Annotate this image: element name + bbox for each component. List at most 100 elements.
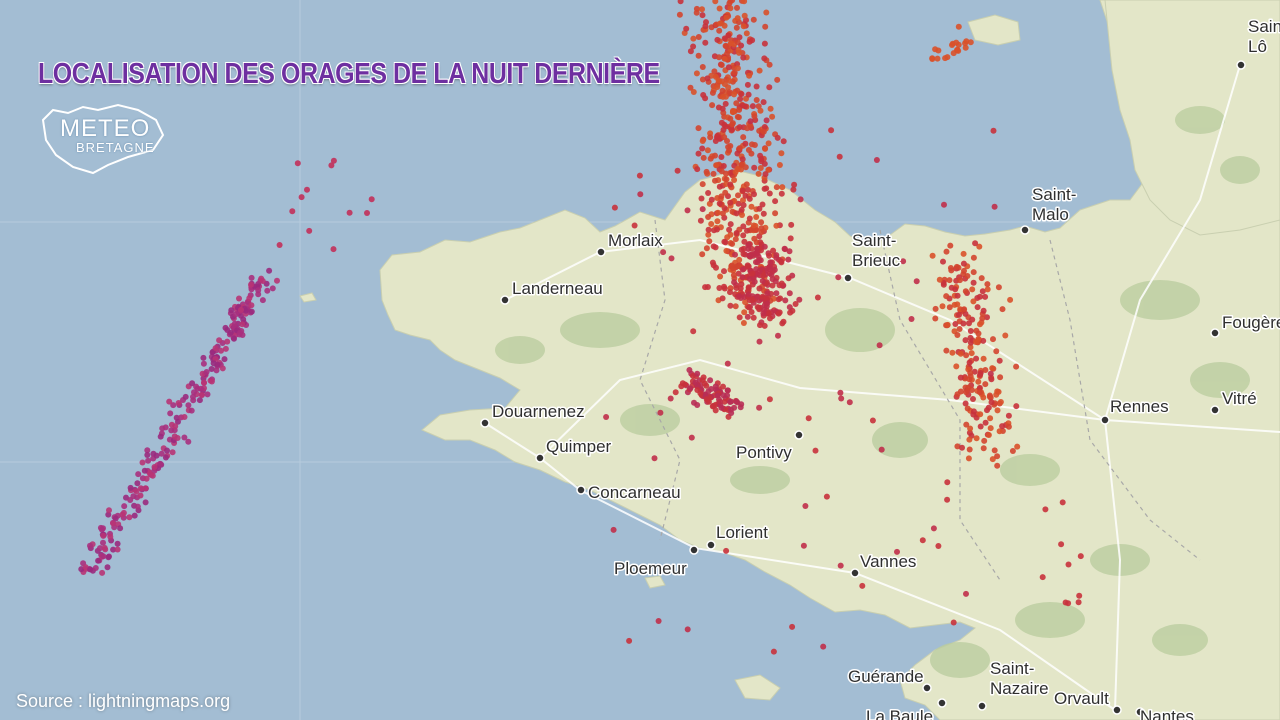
lightning-strike	[110, 520, 117, 527]
lightning-strike	[739, 156, 746, 163]
lightning-strike	[688, 434, 695, 441]
lightning-strike	[965, 455, 972, 462]
lightning-strike	[977, 321, 983, 328]
lightning-strike	[960, 260, 967, 267]
city-label-ploemeur: Ploemeur	[614, 559, 687, 578]
logo-bretagne-text: BRETAGNE	[76, 140, 155, 155]
lightning-strike	[980, 394, 987, 401]
lightning-strike	[710, 243, 717, 250]
lightning-strike	[766, 84, 773, 91]
lightning-strike	[702, 23, 709, 30]
lightning-strike	[764, 300, 771, 307]
lightning-strike	[767, 315, 773, 322]
lightning-strike	[1065, 600, 1072, 607]
lightning-strike	[1007, 296, 1014, 303]
lightning-strike	[961, 306, 968, 313]
lightning-strike	[963, 421, 970, 428]
city-label-orvault: Orvault	[1054, 689, 1109, 708]
lightning-strike	[181, 414, 188, 420]
lightning-strike	[743, 181, 750, 188]
lightning-strike	[751, 164, 758, 171]
lightning-strike	[162, 454, 169, 461]
lightning-strike	[968, 387, 975, 393]
lightning-strike	[701, 380, 708, 387]
lightning-strike	[786, 290, 793, 297]
lightning-strike	[714, 218, 721, 225]
lightning-strike	[788, 221, 795, 228]
city-label-douarnenez: Douarnenez	[492, 402, 585, 421]
lightning-strike	[695, 34, 702, 40]
lightning-strike	[878, 446, 885, 453]
lightning-strike	[756, 268, 763, 275]
lightning-strike	[221, 356, 228, 363]
lightning-strike	[139, 459, 146, 466]
city-label-saint-brieuc: Saint-Brieuc	[852, 231, 901, 270]
lightning-strike	[745, 246, 752, 252]
lightning-strike	[1065, 561, 1072, 568]
lightning-strike	[710, 170, 717, 177]
lightning-strike	[966, 376, 973, 383]
lightning-strike	[977, 411, 984, 418]
lightning-strike	[775, 310, 782, 317]
lightning-strike	[134, 480, 141, 487]
lightning-strike	[964, 273, 971, 279]
city-label-lorient: Lorient	[716, 523, 768, 542]
lightning-strike	[977, 371, 984, 378]
lightning-strike	[703, 245, 710, 252]
lightning-strike	[219, 365, 226, 372]
lightning-strike	[655, 618, 662, 624]
lightning-strike	[259, 297, 266, 304]
lightning-strike	[684, 207, 691, 214]
lightning-strike	[719, 295, 726, 302]
lightning-strike	[686, 367, 693, 373]
lightning-strike	[941, 201, 947, 208]
lightning-strike	[873, 157, 880, 163]
lightning-strike	[987, 425, 994, 432]
lightning-strike	[718, 154, 725, 160]
lightning-strike	[264, 287, 271, 294]
lightning-strike	[729, 126, 736, 133]
lightning-strike	[961, 267, 967, 274]
lightning-strike	[723, 170, 729, 177]
lightning-strike	[996, 357, 1003, 364]
lightning-strike	[87, 566, 94, 573]
lightning-strike	[994, 462, 1001, 469]
lightning-strike	[751, 191, 757, 198]
lightning-strike	[763, 9, 770, 16]
lightning-strike	[758, 225, 765, 232]
lightning-strike	[957, 350, 964, 357]
lightning-strike	[705, 190, 712, 196]
lightning-strike	[330, 157, 337, 164]
lightning-strike	[955, 47, 962, 54]
lightning-strike	[191, 389, 197, 396]
lightning-strike	[932, 315, 939, 322]
lightning-strike	[1009, 448, 1016, 454]
lightning-strike	[736, 314, 743, 321]
lightning-strike	[990, 127, 997, 134]
lightning-strike	[789, 623, 796, 630]
lightning-strike	[758, 219, 765, 226]
lightning-strike	[693, 9, 700, 16]
lightning-strike	[956, 326, 963, 332]
lightning-strike	[710, 262, 717, 269]
lightning-strike	[726, 0, 733, 7]
lightning-strike	[738, 281, 745, 288]
lightning-strike	[876, 342, 883, 349]
lightning-strike	[762, 171, 769, 178]
lightning-strike	[224, 338, 231, 345]
lightning-strike	[714, 84, 721, 90]
lightning-strike	[837, 389, 844, 396]
lightning-strike	[997, 374, 1004, 381]
lightning-strike	[736, 145, 743, 152]
lightning-strike	[761, 322, 768, 329]
lightning-strike	[651, 455, 658, 462]
city-marker-vitre	[1210, 405, 1220, 415]
lightning-strike	[929, 56, 936, 62]
lightning-strike	[740, 251, 747, 257]
lightning-strike	[966, 359, 973, 366]
lightning-strike	[820, 643, 827, 650]
lightning-strike	[962, 288, 969, 295]
city-marker-vannes	[850, 568, 860, 578]
lightning-strike	[943, 293, 950, 300]
lightning-strike	[994, 453, 1001, 460]
